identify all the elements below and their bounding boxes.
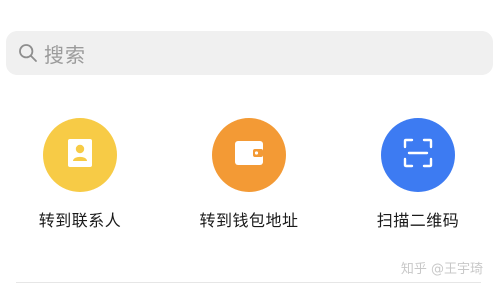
scan-qr-icon (403, 138, 433, 172)
search-bar[interactable]: 搜索 (6, 31, 493, 75)
transfer-to-wallet-button[interactable]: 转到钱包地址 (179, 118, 319, 238)
watermark: 知乎 @王宇琦 (400, 262, 483, 277)
transfer-to-wallet-label: 转到钱包地址 (199, 211, 299, 230)
scan-qr-code-label: 扫描二维码 (376, 211, 460, 230)
action-list: 转到联系人 转到钱包地址 扫描二维码 (0, 118, 497, 238)
transfer-to-contact-label: 转到联系人 (38, 211, 122, 230)
search-icon (18, 43, 38, 63)
search-placeholder: 搜索 (44, 42, 86, 67)
contact-icon-circle (43, 118, 117, 192)
wallet-icon-circle (212, 118, 286, 192)
contact-card-icon (68, 139, 92, 171)
divider (16, 282, 481, 283)
scan-qr-code-button[interactable]: 扫描二维码 (348, 118, 488, 238)
transfer-to-contact-button[interactable]: 转到联系人 (10, 118, 150, 238)
wallet-icon (235, 141, 263, 169)
scan-icon-circle (381, 118, 455, 192)
transfer-options-screen: 搜索 转到联系人 转到钱包地址 扫描二维码 知乎 @王宇琦 (0, 0, 497, 287)
